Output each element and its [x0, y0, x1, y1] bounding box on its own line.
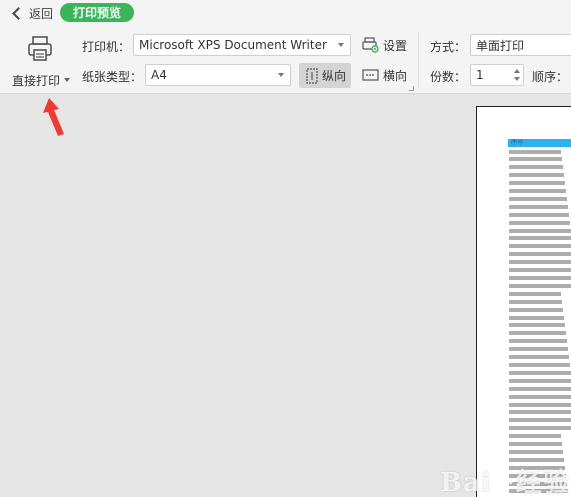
sheet-row — [509, 489, 571, 497]
sheet-row — [509, 276, 571, 284]
sheet-row — [509, 204, 571, 212]
sheet-row — [509, 228, 571, 236]
chevron-down-icon — [338, 43, 344, 47]
portrait-icon — [306, 67, 318, 84]
sheet-row — [509, 173, 571, 181]
sheet-row — [509, 181, 571, 189]
sheet-row — [509, 347, 571, 355]
copies-label: 份数： — [430, 70, 467, 84]
settings-button[interactable]: 设置 — [362, 34, 407, 56]
expand-corner-icon[interactable] — [409, 86, 414, 91]
sheet-row — [509, 362, 571, 370]
sheet-row — [509, 465, 571, 473]
sheet-row — [509, 323, 571, 331]
sheet-row — [509, 236, 571, 244]
landscape-icon — [362, 69, 379, 81]
sheet-row — [509, 410, 571, 418]
print-mode-select[interactable]: 单面打印 — [470, 34, 571, 56]
sheet-row — [509, 426, 571, 434]
direct-print-button[interactable]: 直接打印 — [8, 34, 72, 88]
sheet-row — [509, 355, 571, 363]
printer-value: Microsoft XPS Document Writer — [139, 38, 327, 52]
print-mode-value: 单面打印 — [476, 38, 525, 53]
sheet-row — [509, 260, 571, 268]
sheet-row — [509, 418, 571, 426]
sheet-row — [509, 481, 571, 489]
sheet-row — [509, 473, 571, 481]
sheet-row — [509, 268, 571, 276]
chevron-left-icon — [12, 6, 25, 20]
sheet-row — [509, 434, 571, 442]
sheet-row — [509, 299, 571, 307]
chevron-down-icon — [64, 78, 70, 82]
sheet-row — [509, 196, 571, 204]
sheet-row — [509, 157, 571, 165]
back-label: 返回 — [29, 6, 54, 21]
paper-type-select[interactable]: A4 — [145, 64, 291, 86]
printer-label: 打印机： — [82, 40, 131, 54]
paper-type-value: A4 — [151, 68, 167, 82]
sheet-row — [509, 283, 571, 291]
back-button[interactable]: 返回 — [10, 4, 53, 22]
sheet-row — [509, 378, 571, 386]
copies-stepper[interactable]: 1 — [470, 64, 524, 86]
copies-value: 1 — [476, 68, 484, 82]
landscape-label: 横向 — [383, 68, 408, 83]
sheet-row — [509, 394, 571, 402]
paper-type-label: 纸张类型： — [82, 70, 143, 84]
print-toolbar: 直接打印 打印机： Microsoft XPS Document Writer … — [0, 26, 571, 94]
printer-select[interactable]: Microsoft XPS Document Writer — [133, 34, 351, 56]
toolbar-divider — [418, 32, 419, 88]
sheet-header-row: 序号 — [508, 139, 571, 147]
sheet-row — [509, 212, 571, 220]
chevron-down-icon — [278, 73, 284, 77]
sheet-row — [509, 457, 571, 465]
sheet-row — [509, 449, 571, 457]
sheet-row — [509, 442, 571, 450]
sheet-row — [509, 220, 571, 228]
landscape-button[interactable]: 横向 — [362, 64, 407, 86]
sheet-row — [509, 386, 571, 394]
sheet-row — [509, 315, 571, 323]
sheet-row — [509, 402, 571, 410]
sheet-row — [509, 244, 571, 252]
printer-settings-icon — [362, 37, 379, 53]
sheet-row — [509, 165, 571, 173]
sheet-row — [509, 291, 571, 299]
sheet-rows — [509, 149, 571, 497]
sheet-row — [509, 331, 571, 339]
sheet-row — [509, 189, 571, 197]
sheet-row — [509, 252, 571, 260]
order-label: 顺序： — [532, 70, 569, 84]
decrement-icon[interactable] — [514, 77, 520, 81]
sheet-row — [509, 307, 571, 315]
printer-icon — [28, 36, 52, 61]
sheet-row — [509, 370, 571, 378]
red-arrow-icon — [43, 98, 64, 136]
increment-icon[interactable] — [514, 69, 520, 73]
portrait-button[interactable]: 纵向 — [299, 63, 351, 88]
sheet-row — [509, 339, 571, 347]
tab-print-preview[interactable]: 打印预览 — [60, 3, 134, 22]
mode-label: 方式： — [430, 40, 467, 54]
direct-print-label: 直接打印 — [12, 74, 61, 88]
settings-label: 设置 — [383, 38, 408, 53]
preview-page: 序号 — [476, 106, 571, 497]
portrait-label: 纵向 — [322, 69, 347, 83]
sheet-row — [509, 149, 571, 157]
top-bar: 返回 打印预览 — [0, 0, 571, 26]
